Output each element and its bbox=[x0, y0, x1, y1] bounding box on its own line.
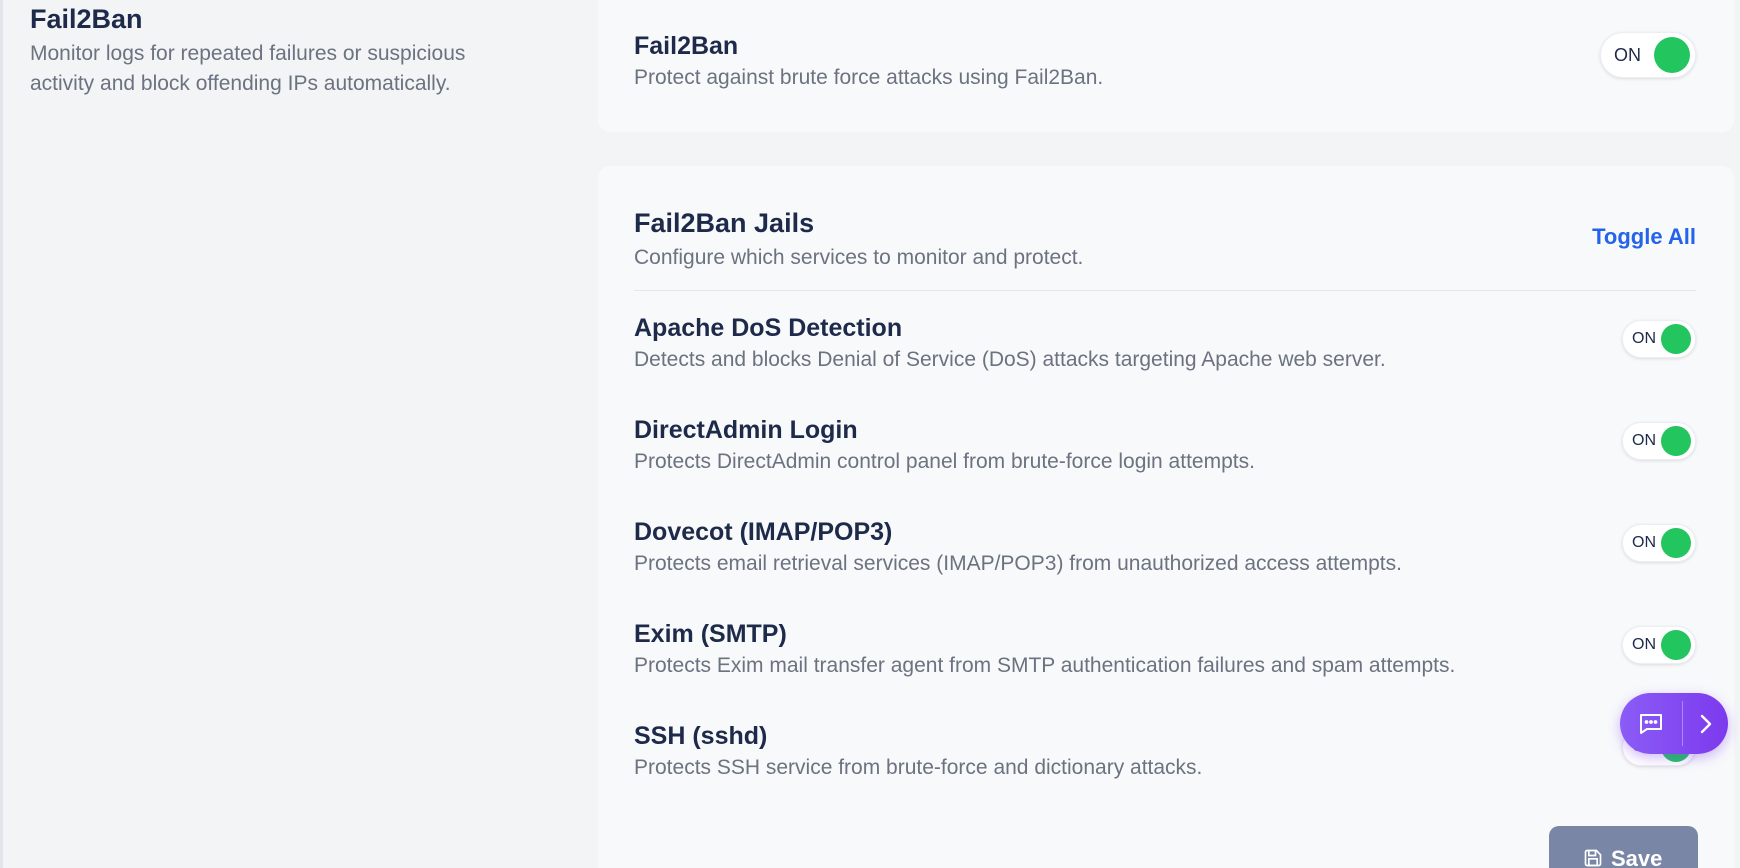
toggle-state-label: ON bbox=[1632, 330, 1656, 347]
chevron-right-icon bbox=[1700, 714, 1711, 733]
jails-header: Fail2Ban Jails Configure which services … bbox=[634, 204, 1083, 273]
jail-description: Protects Exim mail transfer agent from S… bbox=[634, 654, 1456, 677]
fail2ban-main-description: Protect against brute force attacks usin… bbox=[634, 66, 1104, 89]
fail2ban-jails-card: Fail2Ban Jails Configure which services … bbox=[598, 166, 1734, 868]
toggle-state-label: ON bbox=[1632, 432, 1656, 449]
jail-title: SSH (sshd) bbox=[634, 722, 768, 750]
toggle-knob bbox=[1661, 324, 1691, 354]
jail-toggle-dovecot[interactable]: ON bbox=[1622, 524, 1696, 562]
jail-row-dovecot: Dovecot (IMAP/POP3) Protects email retri… bbox=[634, 516, 1696, 596]
jail-row-directadmin: DirectAdmin Login Protects DirectAdmin c… bbox=[634, 414, 1696, 494]
jail-description: Protects email retrieval services (IMAP/… bbox=[634, 552, 1402, 575]
jail-title: DirectAdmin Login bbox=[634, 416, 858, 444]
jail-toggle-directadmin[interactable]: ON bbox=[1622, 422, 1696, 460]
section-info: Fail2Ban Monitor logs for repeated failu… bbox=[30, 0, 550, 99]
jail-description: Detects and blocks Denial of Service (Do… bbox=[634, 348, 1386, 371]
jail-row-ssh: SSH (sshd) Protects SSH service from bru… bbox=[634, 720, 1696, 800]
jail-title: Dovecot (IMAP/POP3) bbox=[634, 518, 893, 546]
toggle-knob bbox=[1661, 426, 1691, 456]
save-icon bbox=[1584, 849, 1602, 867]
chat-icon bbox=[1640, 713, 1662, 734]
jail-title: Apache DoS Detection bbox=[634, 314, 903, 342]
toggle-knob bbox=[1661, 630, 1691, 660]
toggle-all-link[interactable]: Toggle All bbox=[1592, 224, 1696, 250]
save-button[interactable]: Save bbox=[1549, 826, 1698, 868]
jail-title: Exim (SMTP) bbox=[634, 620, 787, 648]
jails-description: Configure which services to monitor and … bbox=[634, 246, 1084, 269]
toggle-knob bbox=[1654, 37, 1690, 73]
fail2ban-main-card: Fail2Ban Protect against brute force att… bbox=[598, 0, 1734, 132]
jail-description: Protects DirectAdmin control panel from … bbox=[634, 450, 1255, 473]
jail-toggle-apache-dos[interactable]: ON bbox=[1622, 320, 1696, 358]
toggle-knob bbox=[1661, 528, 1691, 558]
fail2ban-main-toggle[interactable]: ON bbox=[1600, 32, 1696, 78]
jails-title: Fail2Ban Jails bbox=[634, 208, 815, 238]
fail2ban-main-text: Fail2Ban Protect against brute force att… bbox=[634, 30, 1103, 93]
section-title: Fail2Ban bbox=[30, 4, 143, 34]
chat-widget[interactable] bbox=[1620, 693, 1728, 754]
jail-row-apache-dos: Apache DoS Detection Detects and blocks … bbox=[634, 312, 1696, 392]
section-description-line: activity and block offending IPs automat… bbox=[30, 72, 451, 95]
jail-row-exim: Exim (SMTP) Protects Exim mail transfer … bbox=[634, 618, 1696, 698]
section-description-line: Monitor logs for repeated failures or su… bbox=[30, 42, 466, 65]
section-description: Monitor logs for repeated failures or su… bbox=[30, 39, 550, 99]
toggle-state-label: ON bbox=[1632, 534, 1656, 551]
page-edge-divider bbox=[0, 0, 3, 868]
toggle-state-label: ON bbox=[1614, 45, 1641, 65]
save-button-label: Save bbox=[1611, 846, 1663, 868]
fail2ban-main-title: Fail2Ban bbox=[634, 32, 739, 60]
jail-toggle-exim[interactable]: ON bbox=[1622, 626, 1696, 664]
jails-divider bbox=[634, 290, 1696, 291]
toggle-state-label: ON bbox=[1632, 636, 1656, 653]
chat-button[interactable] bbox=[1620, 693, 1682, 754]
jail-description: Protects SSH service from brute-force an… bbox=[634, 756, 1203, 779]
